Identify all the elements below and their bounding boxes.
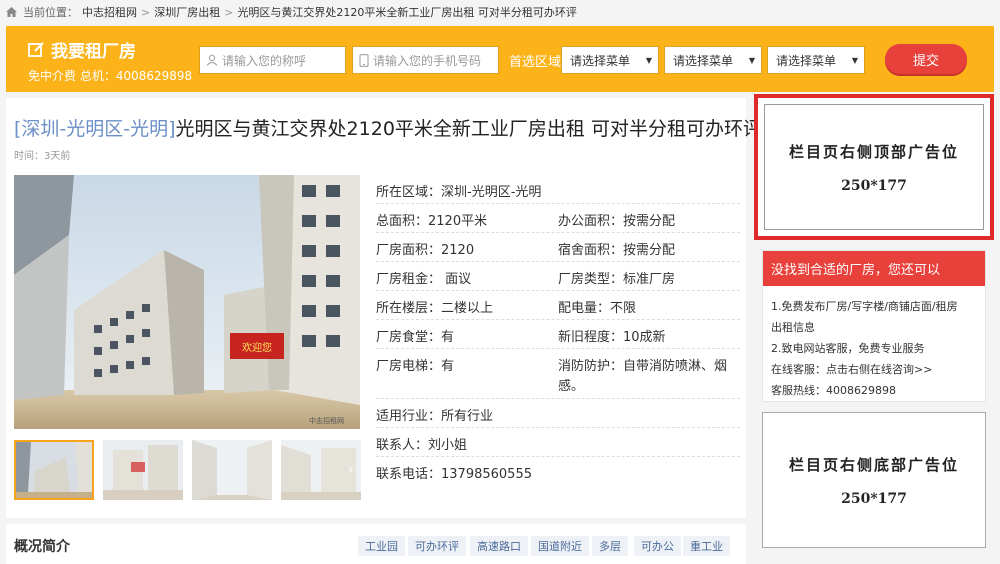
detail-factory-area: 厂房面积：2120 bbox=[376, 243, 475, 258]
detail-contact: 联系人：刘小姐 bbox=[376, 438, 468, 453]
detail-power: 配电量：不限 bbox=[558, 301, 637, 316]
help-box: 没找到合适的厂房，您还可以 1.免费发布厂房/写字楼/商铺店面/租房 出租信息 … bbox=[762, 250, 986, 402]
area-label: 首选区域 bbox=[509, 55, 562, 70]
region-select-2[interactable]: 请选择菜单 ▼ bbox=[664, 46, 762, 74]
region-select-1[interactable]: 请选择菜单 ▼ bbox=[561, 46, 659, 74]
ad-bottom-title: 栏目页右侧底部广告位 bbox=[788, 455, 959, 474]
caret-down-icon: ▼ bbox=[645, 55, 652, 65]
banner-text: 欢迎您 bbox=[242, 341, 272, 354]
detail-row: 联系电话：13798560555 bbox=[376, 457, 740, 486]
detail-rent: 厂房租金： 面议 bbox=[376, 272, 472, 287]
region-select-1-value: 请选择菜单 bbox=[570, 53, 631, 68]
listing-location-tag[interactable]: [深圳-光明区-光明] bbox=[14, 118, 176, 140]
tag-item[interactable]: 可办公 bbox=[634, 536, 681, 556]
help-online-link[interactable]: 在线客服：点击右侧在线咨询>> bbox=[771, 359, 977, 380]
detail-type: 厂房类型：标准厂房 bbox=[558, 272, 676, 287]
detail-row: 厂房食堂：有 新旧程度：10成新 bbox=[376, 320, 740, 349]
name-input[interactable]: 请输入您的称呼 bbox=[199, 46, 346, 74]
detail-fire-line2: 感。 bbox=[558, 379, 585, 394]
breadcrumb-home-link[interactable]: 中志招租网 bbox=[82, 4, 137, 20]
detail-phone: 联系电话：13798560555 bbox=[376, 467, 532, 482]
inquiry-title-text: 我要租厂房 bbox=[51, 42, 136, 62]
help-line: 2.致电网站客服，免费专业服务 bbox=[771, 342, 925, 355]
ad-top[interactable]: 栏目页右侧顶部广告位 250*177 bbox=[754, 94, 994, 240]
listing-title-text: 光明区与黄江交界处2120平米全新工业厂房出租 可对半分租可办环评 bbox=[175, 118, 762, 140]
help-hotline: 客服热线：4008629898 bbox=[771, 384, 896, 397]
listing-title: [深圳-光明区-光明]光明区与黄江交界处2120平米全新工业厂房出租 可对半分租… bbox=[14, 114, 762, 141]
breadcrumb-separator: > bbox=[224, 5, 234, 19]
breadcrumb-category-link[interactable]: 深圳厂房出租 bbox=[154, 4, 220, 20]
detail-row: 所在区域：深圳-光明区-光明 bbox=[376, 175, 740, 204]
region-select-3-value: 请选择菜单 bbox=[776, 53, 837, 68]
photo-watermark: 中志招租网 bbox=[309, 416, 344, 425]
help-title: 没找到合适的厂房，您还可以 bbox=[763, 251, 985, 286]
main-photo[interactable]: 欢迎您 中志招租网 bbox=[14, 175, 360, 429]
detail-row: 厂房电梯：有 消防防护：自带消防喷淋、烟 感。 bbox=[376, 349, 740, 399]
chevron-right-icon[interactable]: › bbox=[348, 462, 358, 478]
detail-row: 联系人：刘小姐 bbox=[376, 428, 740, 457]
thumbnail-3[interactable] bbox=[192, 440, 272, 500]
breadcrumb-separator: > bbox=[141, 5, 151, 19]
detail-dorm-area: 宿舍面积：按需分配 bbox=[558, 243, 676, 258]
tag-item[interactable]: 工业园 bbox=[358, 536, 405, 556]
detail-floor: 所在楼层：二楼以上 bbox=[376, 301, 494, 316]
detail-row: 总面积：2120平米 办公面积：按需分配 bbox=[376, 204, 740, 233]
breadcrumb: 当前位置： 中志招租网 > 深圳厂房出租 > 光明区与黄江交界处2120平米全新… bbox=[0, 0, 1000, 24]
phone-input-placeholder: 请输入您的手机号码 bbox=[373, 53, 482, 68]
listing-panel: [深圳-光明区-光明]光明区与黄江交界处2120平米全新工业厂房出租 可对半分租… bbox=[6, 98, 762, 518]
inquiry-bar: 我要租厂房 免中介费 总机：4008629898 请输入您的称呼 请输入您的手机… bbox=[6, 26, 994, 92]
tag-item[interactable]: 可办环评 bbox=[408, 536, 466, 556]
overview-bar: 概况简介 工业园 可办环评 高速路口 国道附近 多层 可办公 重工业 bbox=[6, 524, 746, 564]
caret-down-icon: ▼ bbox=[748, 55, 755, 65]
region-select-3[interactable]: 请选择菜单 ▼ bbox=[767, 46, 865, 74]
thumbnail-strip: › bbox=[14, 440, 361, 502]
overview-label: 概况简介 bbox=[14, 539, 70, 555]
name-input-placeholder: 请输入您的称呼 bbox=[222, 53, 307, 68]
edit-icon bbox=[28, 42, 44, 57]
detail-office-area: 办公面积：按需分配 bbox=[558, 214, 676, 229]
detail-region: 所在区域：深圳-光明区-光明 bbox=[376, 185, 542, 200]
listing-time: 时间：3天前 bbox=[14, 151, 71, 162]
help-line: 出租信息 bbox=[771, 321, 815, 334]
breadcrumb-current: 光明区与黄江交界处2120平米全新工业厂房出租 可对半分租可办环评 bbox=[237, 6, 577, 19]
detail-row: 厂房面积：2120 宿舍面积：按需分配 bbox=[376, 233, 740, 262]
detail-elevator: 厂房电梯：有 bbox=[376, 359, 455, 374]
ad-bottom-size: 250*177 bbox=[841, 490, 907, 507]
help-body: 1.免费发布厂房/写字楼/商铺店面/租房 出租信息 2.致电网站客服，免费专业服… bbox=[763, 286, 985, 401]
ad-top-frame bbox=[764, 104, 984, 230]
tag-item[interactable]: 重工业 bbox=[683, 536, 730, 556]
region-select-2-value: 请选择菜单 bbox=[673, 53, 734, 68]
detail-row: 所在楼层：二楼以上 配电量：不限 bbox=[376, 291, 740, 320]
detail-fire-line1: 消防防护：自带消防喷淋、烟 bbox=[558, 359, 728, 374]
user-icon bbox=[206, 54, 218, 66]
breadcrumb-prefix: 当前位置： bbox=[23, 6, 78, 19]
detail-row: 适用行业：所有行业 bbox=[376, 399, 740, 428]
detail-row: 厂房租金： 面议 厂房类型：标准厂房 bbox=[376, 262, 740, 291]
phone-icon bbox=[359, 53, 369, 67]
ad-bottom[interactable]: 栏目页右侧底部广告位 250*177 bbox=[762, 412, 986, 548]
detail-total-area: 总面积：2120平米 bbox=[376, 214, 488, 229]
detail-canteen: 厂房食堂：有 bbox=[376, 330, 455, 345]
help-line[interactable]: 1.免费发布厂房/写字楼/商铺店面/租房 bbox=[771, 296, 977, 317]
factory-building-image: 欢迎您 中志招租网 bbox=[14, 175, 360, 429]
tag-item[interactable]: 高速路口 bbox=[470, 536, 528, 556]
hotline-text: 免中介费 总机：4008629898 bbox=[28, 69, 193, 83]
inquiry-title: 我要租厂房 bbox=[28, 37, 136, 62]
thumbnail-2[interactable] bbox=[103, 440, 183, 500]
thumbnail-1[interactable] bbox=[14, 440, 94, 500]
tag-item[interactable]: 多层 bbox=[592, 536, 628, 556]
detail-industry: 适用行业：所有行业 bbox=[376, 409, 494, 424]
tag-item[interactable]: 国道附近 bbox=[531, 536, 589, 556]
detail-condition: 新旧程度：10成新 bbox=[558, 330, 666, 345]
submit-button[interactable]: 提交 bbox=[885, 44, 967, 74]
phone-input[interactable]: 请输入您的手机号码 bbox=[352, 46, 499, 74]
home-icon bbox=[6, 7, 17, 17]
caret-down-icon: ▼ bbox=[851, 55, 858, 65]
